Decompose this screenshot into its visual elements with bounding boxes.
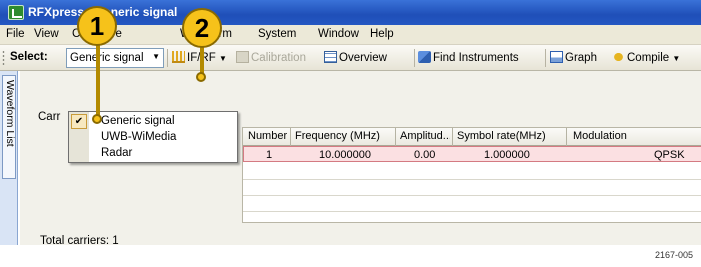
menu-system[interactable]: System — [258, 28, 296, 40]
side-tab-strip: Waveform List — [0, 71, 18, 245]
graph-label: Graph — [565, 52, 597, 64]
callout-2: 2 — [182, 8, 222, 48]
column-header-number[interactable]: Number — [248, 130, 287, 142]
calibration-icon — [236, 51, 249, 63]
table-header: Number Frequency (MHz) Amplitud... Symbo… — [243, 128, 701, 146]
tab-waveform-list[interactable]: Waveform List — [2, 75, 16, 179]
menu-file[interactable]: File — [6, 28, 25, 40]
chevron-down-icon: ▼ — [672, 54, 681, 63]
overview-label: Overview — [339, 52, 387, 64]
calibration-label: Calibration — [251, 52, 306, 64]
compile-label: Compile — [627, 52, 670, 64]
overview-button[interactable]: Overview — [324, 51, 387, 64]
toolbar-separator — [414, 49, 415, 67]
calibration-button[interactable]: Calibration — [236, 51, 306, 64]
find-instruments-label: Find Instruments — [433, 52, 519, 64]
figure-id: 2167-005 — [654, 250, 693, 260]
cell-frequency: 10.000000 — [319, 149, 371, 161]
compile-button[interactable]: Compile ▼ — [612, 51, 680, 64]
toolbar: Select: Generic signal ▼ IF/RF ▼ Calibra… — [0, 45, 701, 71]
cell-modulation: QPSK — [654, 149, 685, 161]
column-header-symbol-rate[interactable]: Symbol rate(MHz) — [457, 130, 546, 142]
tab-waveform-list-label: Waveform List — [4, 80, 16, 147]
dropdown-item-generic-signal[interactable]: Generic signal — [101, 115, 175, 127]
compile-icon — [612, 51, 625, 63]
graph-icon — [550, 51, 563, 63]
chevron-down-icon: ▼ — [152, 52, 160, 61]
checkmark-icon: ✔ — [71, 114, 87, 129]
cell-amplitude: 0.00 — [414, 149, 436, 161]
callout-1-leader — [96, 40, 100, 118]
table-row[interactable] — [243, 196, 701, 212]
signal-type-select[interactable]: Generic signal ▼ — [66, 48, 164, 68]
menu-view[interactable]: View — [34, 28, 59, 40]
cell-symbol-rate: 1.000000 — [484, 149, 530, 161]
dropdown-item-uwb-wimedia[interactable]: UWB-WiMedia — [101, 131, 176, 143]
graph-button[interactable]: Graph — [550, 51, 597, 64]
dropdown-item-radar[interactable]: Radar — [101, 147, 132, 159]
callout-1: 1 — [77, 6, 117, 46]
callout-2-pointer — [196, 72, 206, 82]
menu-window[interactable]: Window — [318, 28, 359, 40]
callout-1-pointer — [92, 114, 102, 124]
chevron-down-icon: ▼ — [218, 54, 227, 63]
app-icon — [8, 5, 24, 20]
find-instruments-button[interactable]: Find Instruments — [418, 51, 519, 64]
waveform-icon — [172, 51, 185, 63]
toolbar-grip[interactable] — [2, 50, 5, 66]
table-row[interactable] — [243, 164, 701, 180]
find-instruments-icon — [418, 51, 431, 63]
total-carriers: Total carriers: 1 — [40, 235, 119, 247]
carriers-label: Carr — [38, 111, 61, 123]
signal-type-value: Generic signal — [70, 52, 144, 64]
column-header-amplitude[interactable]: Amplitud... — [400, 130, 450, 142]
table-row[interactable] — [243, 180, 701, 196]
menu-help[interactable]: Help — [370, 28, 394, 40]
toolbar-separator — [545, 49, 546, 67]
carrier-table: Number Frequency (MHz) Amplitud... Symbo… — [242, 127, 701, 223]
overview-icon — [324, 51, 337, 63]
column-header-frequency[interactable]: Frequency (MHz) — [295, 130, 380, 142]
table-row[interactable]: 1 10.000000 0.00 1.000000 QPSK — [243, 146, 701, 162]
select-label: Select: — [10, 51, 48, 63]
toolbar-separator — [167, 49, 168, 67]
column-header-modulation[interactable]: Modulation — [573, 130, 627, 142]
cell-number: 1 — [266, 149, 273, 161]
